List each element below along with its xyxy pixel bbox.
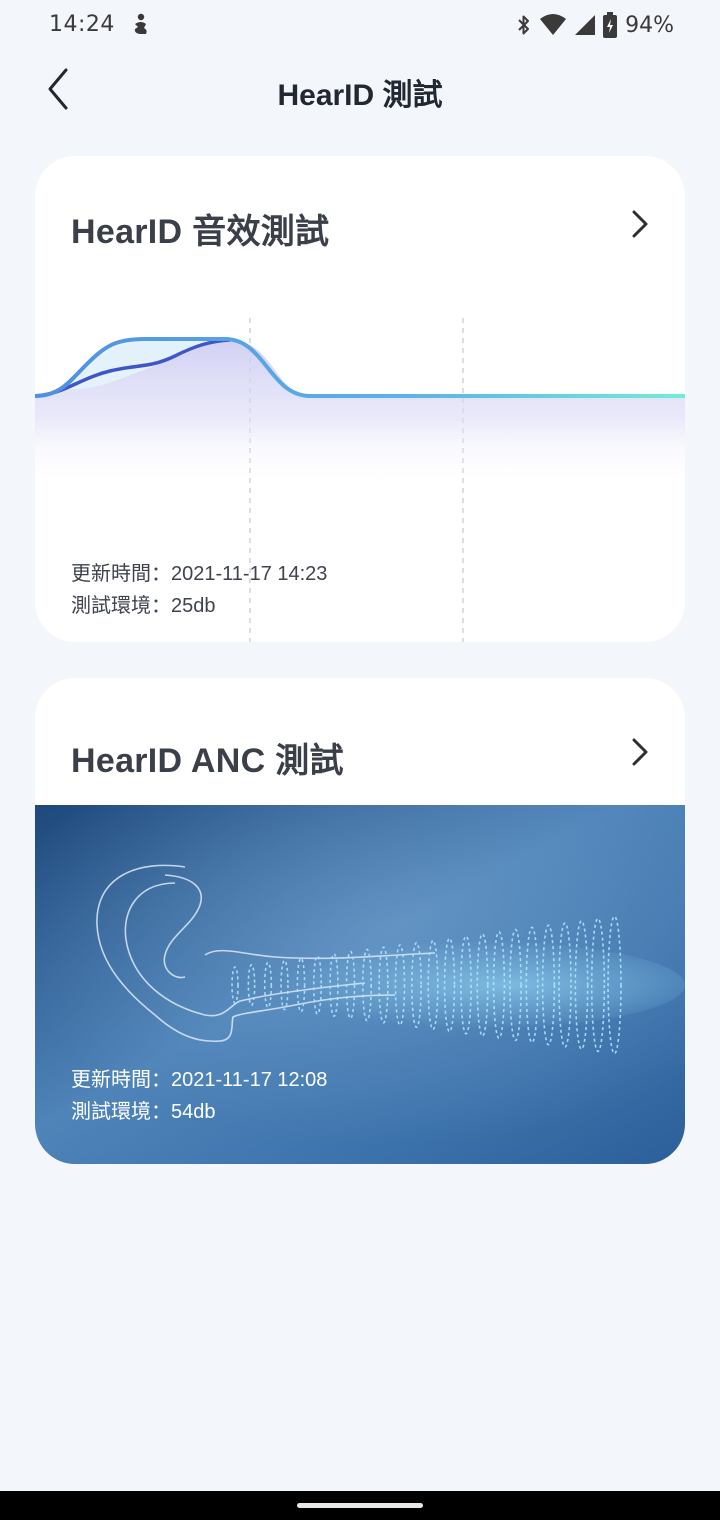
updated-label: 更新時間：: [71, 563, 171, 585]
battery-charging-icon: [603, 12, 618, 38]
environment-value: 54db: [171, 1101, 216, 1123]
updated-value: 2021-11-17 14:23: [171, 563, 328, 585]
app-header: HearID 測試: [0, 56, 720, 122]
person-notification-icon: [134, 13, 147, 34]
hearid-anc-test-card[interactable]: HearID ANC 測試 更新時間：2021-11-17 12:08 測試環境…: [35, 678, 685, 1164]
status-time: 14:24: [49, 12, 115, 37]
hearid-eq-test-card[interactable]: HearID 音效測試 更新時間：2021-11-17 14:23 測試環境：2…: [35, 156, 685, 642]
card-title: HearID ANC 測試: [71, 742, 344, 780]
updated-value: 2021-11-17 12:08: [171, 1069, 328, 1091]
page-title: HearID 測試: [277, 79, 443, 112]
sound-glow: [225, 940, 685, 1030]
environment-row: 測試環境：25db: [71, 590, 327, 622]
updated-row: 更新時間：2021-11-17 12:08: [71, 1064, 327, 1096]
status-icons: 94%: [515, 10, 674, 40]
card-title: HearID 音效測試: [71, 213, 330, 251]
status-bar: 14:24 94%: [0, 0, 720, 52]
bluetooth-icon: [518, 15, 530, 35]
chevron-right-icon[interactable]: [625, 206, 655, 242]
system-nav-bar: [0, 1491, 720, 1520]
wifi-icon: [540, 14, 567, 35]
home-indicator[interactable]: [297, 1503, 423, 1508]
battery-percent: 94%: [625, 12, 674, 38]
updated-label: 更新時間：: [71, 1069, 171, 1091]
test-meta: 更新時間：2021-11-17 12:08 測試環境：54db: [71, 1064, 327, 1128]
environment-value: 25db: [171, 595, 216, 617]
test-meta: 更新時間：2021-11-17 14:23 測試環境：25db: [71, 558, 327, 622]
environment-label: 測試環境：: [71, 595, 171, 617]
chevron-right-icon[interactable]: [625, 734, 655, 770]
updated-row: 更新時間：2021-11-17 14:23: [71, 558, 327, 590]
cellular-signal-icon: [575, 15, 596, 35]
environment-label: 測試環境：: [71, 1101, 171, 1123]
environment-row: 測試環境：54db: [71, 1096, 327, 1128]
